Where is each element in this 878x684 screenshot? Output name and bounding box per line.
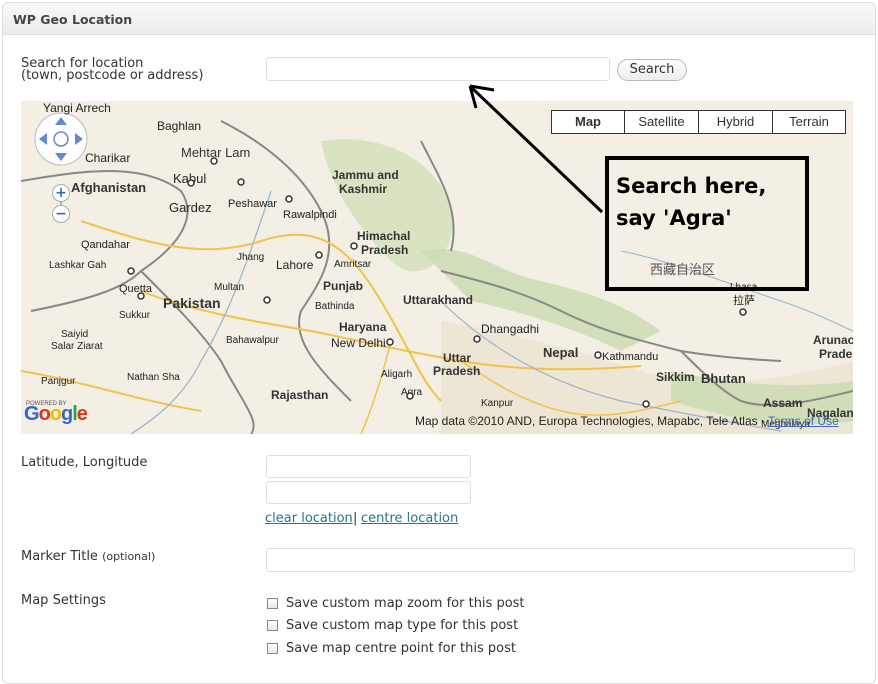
longitude-input[interactable]	[266, 481, 471, 504]
latitude-input[interactable]	[266, 455, 471, 478]
google-logo-letter: e	[76, 403, 88, 425]
latlng-label: Latitude, Longitude	[21, 455, 148, 470]
save-centre-point-checkbox[interactable]	[267, 643, 278, 654]
google-logo-letter: o	[38, 403, 51, 425]
save-zoom-checkbox[interactable]	[267, 598, 278, 609]
marker-title-label: Marker Title (optional)	[21, 550, 155, 563]
save-map-type-label: Save custom map type for this post	[286, 618, 519, 633]
google-logo-letter: g	[61, 403, 73, 425]
google-logo-letter: G	[24, 403, 40, 425]
links-separator: |	[353, 511, 358, 526]
google-logo-letter: o	[49, 403, 62, 425]
panel-header[interactable]: WP Geo Location	[3, 3, 875, 35]
annotation-arrow-icon	[468, 84, 604, 214]
centre-location-link[interactable]: centre location	[361, 511, 458, 526]
search-label-hint: (town, postcode or address)	[21, 68, 204, 83]
marker-title-optional: (optional)	[102, 550, 156, 563]
save-centre-point-label: Save map centre point for this post	[286, 641, 516, 656]
marker-title-input[interactable]	[266, 548, 855, 572]
google-logo[interactable]: Google	[24, 403, 88, 426]
clear-location-link[interactable]: clear location	[265, 511, 353, 526]
search-button[interactable]: Search	[617, 59, 687, 81]
panel-title: WP Geo Location	[13, 12, 133, 27]
annotation-callout-text: Search here, say 'Agra'	[616, 174, 767, 230]
terms-of-use-link[interactable]: Terms of Use	[768, 414, 839, 428]
map-settings-label: Map Settings	[21, 593, 106, 608]
map-attribution: Map data ©2010 AND, Europa Technologies,…	[415, 414, 839, 428]
save-zoom-label: Save custom map zoom for this post	[286, 596, 525, 611]
search-input[interactable]	[266, 57, 610, 81]
save-map-type-checkbox[interactable]	[267, 620, 278, 631]
map-attribution-text: Map data ©2010 AND, Europa Technologies,…	[415, 414, 769, 428]
marker-title-label-text: Marker Title	[21, 549, 98, 564]
